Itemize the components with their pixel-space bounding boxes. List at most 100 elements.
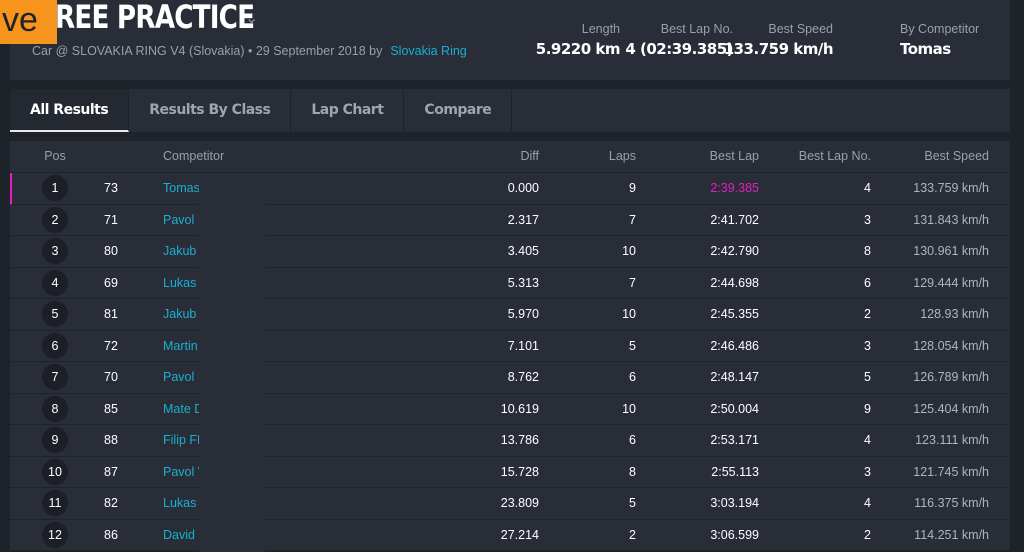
laps: 8 bbox=[629, 464, 636, 479]
best-lap-no: 3 bbox=[864, 464, 871, 479]
competitor-link[interactable]: Mate D bbox=[163, 394, 203, 425]
best-lap: 2:53.171 bbox=[710, 433, 759, 447]
car-number: 70 bbox=[104, 370, 118, 384]
stat-label: Best Lap No. bbox=[660, 22, 733, 36]
event-info: Car @ SLOVAKIA RING V4 (Slovakia) • 29 S… bbox=[32, 44, 383, 58]
best-lap: 2:48.147 bbox=[710, 370, 759, 384]
laps: 6 bbox=[629, 370, 636, 384]
competitor-link[interactable]: Pavol I bbox=[163, 205, 201, 236]
table-row[interactable]: 12 86 David I 27.214 2 3:06.599 2 114.251 km/h bbox=[10, 520, 1010, 551]
table-row[interactable]: 1 73 Tomas 0.000 9 2:39.385 4 133.759 km/h bbox=[10, 173, 1010, 205]
organizer-link[interactable]: Slovakia Ring bbox=[390, 44, 466, 58]
car-number: 87 bbox=[104, 464, 118, 479]
tab-compare[interactable]: Compare bbox=[404, 89, 513, 132]
best-lap-no: 2 bbox=[864, 307, 871, 321]
stat-value: 4 (02:39.385) bbox=[625, 40, 733, 58]
chevron-down-icon[interactable]: ⌄ bbox=[245, 8, 258, 28]
competitor-link[interactable]: Martin bbox=[163, 331, 198, 362]
best-speed: 126.789 km/h bbox=[913, 370, 989, 384]
col-pos[interactable]: Pos bbox=[42, 143, 68, 169]
competitor-link[interactable]: Tomas bbox=[163, 173, 200, 204]
diff: 15.728 bbox=[500, 464, 539, 479]
position-badge: 8 bbox=[42, 395, 68, 422]
scroll-edge bbox=[1010, 0, 1024, 552]
competitor-link[interactable]: Lukas bbox=[163, 488, 196, 519]
table-row[interactable]: 3 80 Jakub 3.405 10 2:42.790 8 130.961 km/h bbox=[10, 236, 1010, 268]
tab-lap-chart[interactable]: Lap Chart bbox=[291, 89, 405, 132]
col-best-speed[interactable]: Best Speed bbox=[924, 141, 989, 172]
event-subtitle: Car @ SLOVAKIA RING V4 (Slovakia) • 29 S… bbox=[32, 44, 467, 58]
best-lap: 2:39.385 bbox=[710, 181, 759, 195]
diff: 27.214 bbox=[500, 527, 539, 542]
table-row[interactable]: 8 85 Mate D 10.619 10 2:50.004 9 125.404 km/h bbox=[10, 394, 1010, 425]
competitor-link[interactable]: Jakub bbox=[163, 236, 196, 267]
laps: 9 bbox=[629, 181, 636, 195]
stat-label: By Competitor bbox=[900, 22, 980, 36]
diff: 10.619 bbox=[500, 401, 539, 416]
col-diff[interactable]: Diff bbox=[520, 141, 539, 172]
table-row[interactable]: 6 72 Martin 7.101 5 2:46.486 3 128.054 km/h bbox=[10, 331, 1010, 362]
car-number: 72 bbox=[104, 338, 118, 353]
best-lap: 3:03.194 bbox=[710, 496, 759, 510]
diff: 3.405 bbox=[507, 244, 539, 258]
best-lap: 2:44.698 bbox=[710, 275, 759, 290]
best-lap-no: 3 bbox=[864, 338, 871, 353]
car-number: 71 bbox=[104, 212, 118, 227]
car-number: 69 bbox=[104, 275, 118, 290]
tab-all-results[interactable]: All Results bbox=[10, 89, 130, 132]
col-best-lap-no[interactable]: Best Lap No. bbox=[799, 141, 871, 172]
best-speed: 128.93 km/h bbox=[920, 307, 989, 321]
page-title: REE PRACTICE bbox=[55, 0, 255, 36]
col-laps[interactable]: Laps bbox=[609, 141, 636, 172]
table-row[interactable]: 7 70 Pavol I 8.762 6 2:48.147 5 126.789 km/h bbox=[10, 362, 1010, 394]
best-lap-no: 8 bbox=[864, 244, 871, 258]
car-number: 73 bbox=[104, 181, 118, 195]
diff: 5.313 bbox=[507, 275, 539, 290]
competitor-link[interactable]: David I bbox=[163, 520, 202, 551]
laps: 7 bbox=[629, 212, 636, 227]
table-header: Pos Competitor Diff Laps Best Lap Best L… bbox=[10, 141, 1010, 173]
col-competitor[interactable]: Competitor bbox=[163, 141, 224, 172]
position-badge: 9 bbox=[42, 427, 68, 453]
tab-results-by-class[interactable]: Results By Class bbox=[129, 89, 292, 132]
car-number: 88 bbox=[104, 433, 118, 447]
best-lap-no: 5 bbox=[864, 370, 871, 384]
competitor-link[interactable]: Pavol I bbox=[163, 362, 201, 393]
diff: 5.970 bbox=[507, 307, 539, 321]
table-row[interactable]: 10 87 Pavol V 15.728 8 2:55.113 3 121.745 km/h bbox=[10, 457, 1010, 488]
best-lap-no: 6 bbox=[864, 275, 871, 290]
results-table: Pos Competitor Diff Laps Best Lap Best L… bbox=[10, 141, 1010, 551]
best-speed: 114.251 km/h bbox=[914, 527, 989, 542]
logo[interactable]: ve bbox=[0, 0, 57, 44]
table-row[interactable]: 4 69 Lukas 5.313 7 2:44.698 6 129.444 km/h bbox=[10, 268, 1010, 299]
competitor-link[interactable]: Lukas bbox=[163, 268, 196, 299]
stat-value: 5.9220 km bbox=[535, 40, 621, 58]
tab-bar: All Results Results By Class Lap Chart C… bbox=[10, 89, 1010, 132]
stat-label: Length bbox=[581, 22, 620, 36]
table-row[interactable]: 9 88 Filip FF 13.786 6 2:53.171 4 123.111 km/h bbox=[10, 425, 1010, 457]
best-lap: 2:55.113 bbox=[711, 464, 759, 479]
laps: 7 bbox=[629, 275, 636, 290]
best-lap-no: 2 bbox=[864, 527, 871, 542]
competitor-link[interactable]: Jakub bbox=[163, 299, 196, 330]
car-number: 80 bbox=[104, 244, 118, 258]
best-speed: 130.961 km/h bbox=[913, 244, 989, 258]
laps: 5 bbox=[629, 338, 636, 353]
table-row[interactable]: 11 82 Lukas 23.809 5 3:03.194 4 116.375 km/h bbox=[10, 488, 1010, 520]
position-badge: 2 bbox=[42, 206, 68, 233]
col-best-lap[interactable]: Best Lap bbox=[710, 141, 759, 172]
position-badge: 1 bbox=[42, 175, 68, 201]
table-row[interactable]: 5 81 Jakub 5.970 10 2:45.355 2 128.93 km/h bbox=[10, 299, 1010, 331]
diff: 23.809 bbox=[500, 496, 539, 510]
best-speed: 129.444 km/h bbox=[913, 275, 989, 290]
position-badge: 12 bbox=[42, 521, 68, 548]
stat-value: Tomas bbox=[900, 40, 951, 58]
best-lap: 2:45.355 bbox=[710, 307, 759, 321]
car-number: 85 bbox=[104, 401, 118, 416]
stat-best-lap: Best Lap No. 4 (02:39.385) bbox=[625, 22, 733, 58]
best-speed: 133.759 km/h bbox=[913, 181, 989, 195]
position-badge: 7 bbox=[42, 364, 68, 390]
laps: 5 bbox=[629, 496, 636, 510]
table-row[interactable]: 2 71 Pavol I 2.317 7 2:41.702 3 131.843 km/h bbox=[10, 205, 1010, 236]
best-speed: 125.404 km/h bbox=[913, 401, 989, 416]
